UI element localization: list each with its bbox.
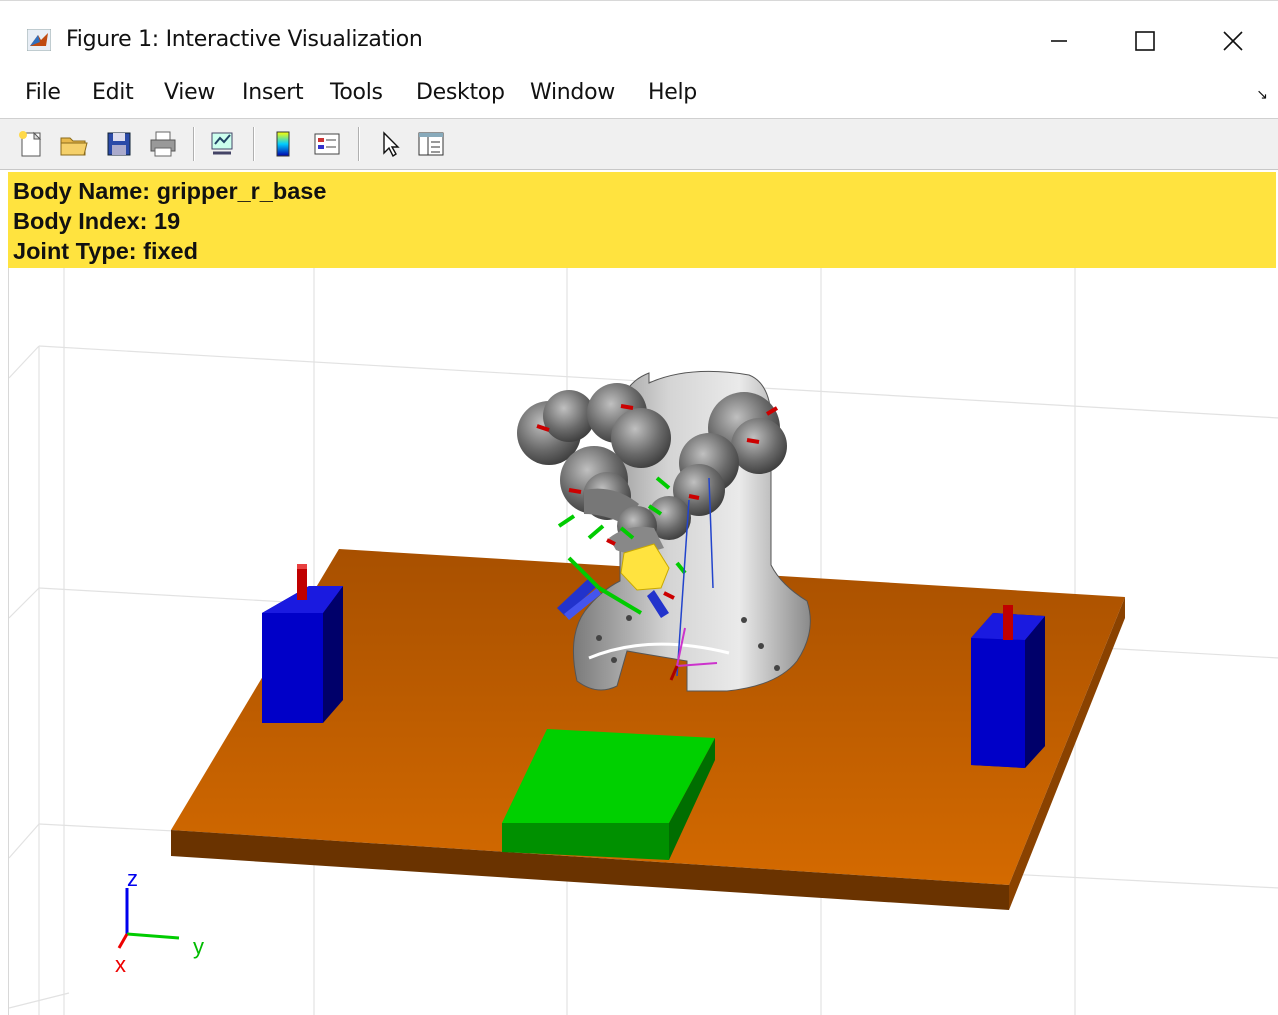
menu-tools[interactable]: Tools (330, 80, 383, 105)
save-icon[interactable] (102, 127, 136, 161)
minimize-button[interactable] (1036, 21, 1082, 61)
menu-edit[interactable]: Edit (92, 80, 134, 105)
menu-insert[interactable]: Insert (242, 80, 304, 105)
x-axis-label: x (115, 952, 126, 977)
dock-arrow-icon[interactable]: ↘ (1256, 86, 1268, 103)
close-button[interactable] (1210, 21, 1256, 61)
print-icon[interactable] (146, 127, 180, 161)
plot-axes[interactable]: z y x (8, 268, 1278, 1015)
body-index-label: Body Index: 19 (13, 208, 181, 234)
selection-info-panel: Body Name: gripper_r_base Body Index: 19… (8, 172, 1276, 268)
pointer-arrow-icon[interactable] (372, 127, 406, 161)
matlab-icon (26, 28, 52, 52)
axes-triad (117, 888, 180, 949)
menu-desktop[interactable]: Desktop (416, 80, 505, 105)
figure-toolbar (0, 118, 1278, 170)
body-name-label: Body Name: gripper_r_base (13, 178, 327, 204)
blue-box-right (971, 605, 1045, 768)
title-bar: Figure 1: Interactive Visualization (0, 0, 1278, 76)
property-inspector-icon[interactable] (414, 127, 448, 161)
blue-box-left (262, 564, 343, 723)
link-plot-icon[interactable] (205, 127, 239, 161)
window-title: Figure 1: Interactive Visualization (66, 27, 423, 52)
menu-help[interactable]: Help (648, 80, 697, 105)
new-figure-icon[interactable] (14, 127, 48, 161)
joint-type-label: Joint Type: fixed (13, 238, 198, 264)
maximize-button[interactable] (1122, 21, 1168, 61)
menu-file[interactable]: File (25, 80, 61, 105)
colorbar-icon[interactable] (266, 127, 300, 161)
z-axis-label: z (127, 866, 138, 891)
menu-window[interactable]: Window (530, 80, 615, 105)
menu-view[interactable]: View (164, 80, 215, 105)
legend-icon[interactable] (310, 127, 344, 161)
y-axis-label: y (193, 934, 204, 959)
open-folder-icon[interactable] (56, 127, 90, 161)
menu-bar: File Edit View Insert Tools Desktop Wind… (0, 76, 1278, 116)
